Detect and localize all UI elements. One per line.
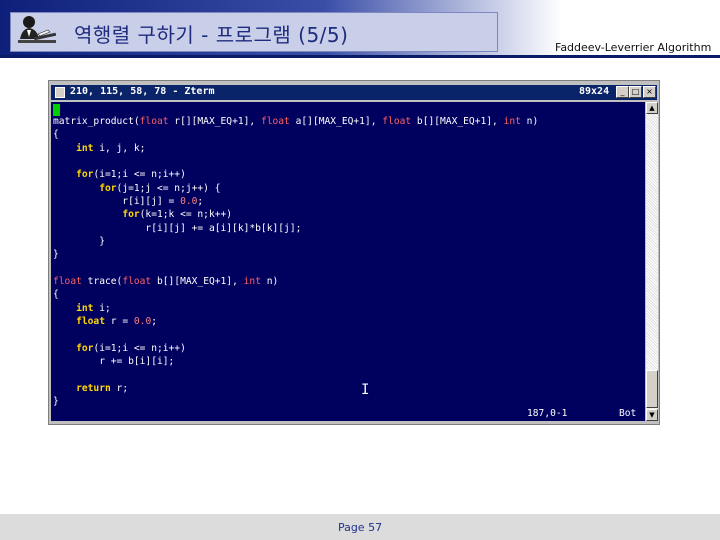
code-line: return r; [53,382,538,395]
code-line: for(i=1;i <= n;i++) [53,168,538,181]
code-token: (k=1;k <= n;k++) [139,209,233,221]
code-line: } [53,248,538,261]
code-token: n) [520,116,539,127]
code-token: } [53,249,59,261]
vertical-scrollbar[interactable]: ▲ ▼ [646,102,658,421]
code-token: r[i][j] = [53,196,181,208]
status-mode: Bot [619,408,637,419]
code-token: 0.0 [180,196,198,208]
code-token: for [122,209,140,221]
code-token: r[i][j] += a[i][k]*b[k][j]; [53,222,302,234]
code-token: int [503,116,521,127]
code-token: for [76,169,94,181]
code-token: float [139,116,169,127]
code-token: i; [93,302,111,314]
section-title: Faddeev-Leverrier Algorithm [555,41,712,54]
code-token: ; [151,316,157,328]
person-at-desk-icon [12,13,60,50]
code-token: b[][MAX_EQ+1], [151,276,244,288]
code-line: matrix_product(float r[][MAX_EQ+1], floa… [53,115,538,128]
close-button[interactable]: × [643,86,656,98]
terminal-text-area[interactable]: matrix_product(float r[][MAX_EQ+1], floa… [51,102,645,421]
code-token: r[][MAX_EQ+1], [168,116,261,127]
terminal-titlebar[interactable]: 210, 115, 58, 78 - Zterm 89x24 _ □ × [51,85,657,100]
code-token: r = [105,316,134,328]
scroll-up-icon[interactable]: ▲ [646,102,658,114]
scroll-down-icon[interactable]: ▼ [646,409,658,421]
code-line: int i, j, k; [53,142,538,155]
code-token: b[][MAX_EQ+1], [411,116,504,127]
code-token: r; [110,382,129,394]
maximize-button[interactable]: □ [629,86,642,98]
terminal-title: 210, 115, 58, 78 - Zterm [70,86,215,97]
minimize-button[interactable]: _ [616,86,629,98]
code-line: { [53,288,538,301]
code-line: for(i=1;i <= n;i++) [53,342,538,355]
code-token: n) [260,276,279,288]
code-line: for(k=1;k <= n;k++) [53,208,538,221]
code-token: for [76,342,94,354]
code-token: int [76,142,94,154]
slide-footer: Page 57 [0,514,720,540]
code-token: return [76,382,111,394]
code-token: } [53,236,105,248]
code-token: { [53,129,59,141]
code-token: { [53,289,59,301]
code-token: float [382,116,412,127]
status-position: 187,0-1 [527,408,568,419]
page-number: Page 57 [337,521,383,534]
ibeam-cursor-icon: I [361,382,370,398]
code-line: for(j=1;j <= n;j++) { [53,182,538,195]
code-token: (i=1;i <= n;i++) [93,342,186,354]
code-line: r[i][j] = 0.0; [53,195,538,208]
code-token: matrix_product( [53,116,140,127]
slide-title: 역행렬 구하기 - 프로그램 (5/5) [74,23,349,47]
scrollbar-thumb[interactable] [646,370,658,408]
code-token: for [99,182,117,194]
code-token: trace( [81,276,123,288]
code-token: float [260,116,290,127]
code-token: (j=1;j <= n;j++) { [116,182,221,194]
code-line: r += b[i][i]; [53,355,538,368]
code-token: ; [197,196,204,208]
code-token: float [76,316,105,328]
code-line: r[i][j] += a[i][k]*b[k][j]; [53,222,538,235]
code-token: int [243,276,261,288]
code-line: } [53,395,538,408]
code-token: i, j, k; [93,142,146,154]
code-token: float [122,276,152,288]
code-token: (i=1;i <= n;i++) [93,169,186,181]
code-line: float trace(float b[][MAX_EQ+1], int n) [53,275,538,288]
code-line: { [53,128,538,141]
code-token: float [53,276,82,288]
code-token: r += b[i][i]; [53,356,175,368]
code-token: int [76,302,94,314]
code-listing: matrix_product(float r[][MAX_EQ+1], floa… [53,115,538,409]
terminal-window[interactable]: 210, 115, 58, 78 - Zterm 89x24 _ □ × mat… [48,80,660,425]
code-line: } [53,235,538,248]
terminal-size-label: 89x24 [579,86,610,97]
code-line: float r = 0.0; [53,315,538,328]
code-token: 0.0 [133,316,152,328]
code-token: } [53,396,59,408]
code-token: a[][MAX_EQ+1], [289,116,383,127]
code-line: int i; [53,302,538,315]
terminal-system-icon[interactable] [55,87,65,98]
